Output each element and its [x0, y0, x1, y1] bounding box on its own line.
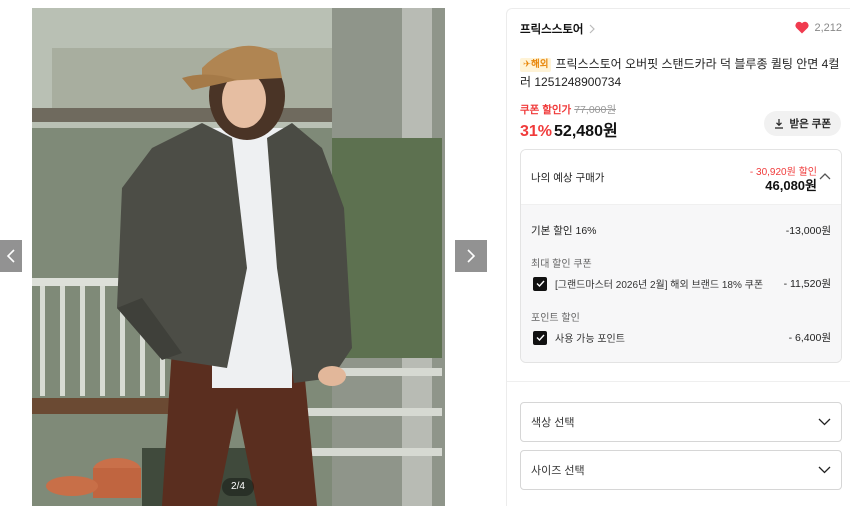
original-price: 77,000원 — [574, 104, 616, 116]
base-discount-row: 기본 할인 16% -13,000원 — [531, 223, 831, 238]
point-amount: - 6,400원 — [788, 332, 831, 344]
estimated-price-toggle[interactable]: 나의 예상 구매가 - 30,920원 할인 46,080원 — [521, 150, 841, 205]
store-row: 프릭스스토어 2,212 — [520, 19, 842, 39]
product-title-text: 프릭스스토어 오버핏 스탠드카라 덕 블루종 퀼팅 안면 4컬러 1251248… — [520, 57, 840, 89]
coupon-row[interactable]: [그랜드마스터 2026년 2월] 해외 브랜드 18% 쿠폰 - 11,520… — [533, 276, 831, 291]
check-icon — [536, 280, 545, 287]
final-price: 52,480원 — [554, 123, 618, 140]
base-discount-label: 기본 할인 16% — [531, 225, 597, 237]
plane-icon: ✈ — [523, 59, 531, 70]
point-row[interactable]: 사용 가능 포인트 - 6,400원 — [533, 330, 831, 345]
like-button[interactable]: 2,212 — [795, 21, 842, 34]
point-name: 사용 가능 포인트 — [555, 334, 625, 345]
coupon-checkbox[interactable] — [533, 276, 547, 291]
heart-icon — [795, 21, 810, 34]
product-photo-illustration — [32, 8, 445, 506]
download-icon — [775, 119, 784, 129]
point-section-label: 포인트 할인 — [531, 313, 580, 324]
gallery-prev-button[interactable] — [0, 240, 22, 272]
point-checkbox[interactable] — [533, 330, 547, 345]
product-title: ✈해외 프릭스스토어 오버핏 스탠드카라 덕 블루종 퀼팅 안면 4컬러 1251… — [520, 55, 842, 91]
coupon-name: [그랜드마스터 2026년 2월] 해외 브랜드 18% 쿠폰 — [555, 280, 764, 291]
chevron-up-icon — [819, 173, 831, 180]
price-label-row: 쿠폰 할인가 77,000원 — [520, 102, 616, 117]
product-photo[interactable] — [32, 8, 445, 506]
price-row: 31% 52,480원 — [520, 117, 618, 141]
chevron-right-icon — [589, 24, 596, 34]
color-select-label: 색상 선택 — [531, 417, 575, 429]
coupon-section-label: 최대 할인 쿠폰 — [531, 259, 592, 270]
estimated-price-details: 기본 할인 16% -13,000원 최대 할인 쿠폰 [그랜드마스터 2026… — [521, 205, 841, 362]
chevron-right-icon — [467, 249, 476, 263]
base-discount-amount: -13,000원 — [785, 225, 831, 237]
received-coupon-button[interactable]: 받은 쿠폰 — [764, 111, 841, 136]
color-select[interactable]: 색상 선택 — [520, 402, 842, 442]
gallery-next-button[interactable] — [455, 240, 487, 272]
like-count: 2,212 — [814, 21, 842, 34]
size-select[interactable]: 사이즈 선택 — [520, 450, 842, 490]
estimated-price-box: 나의 예상 구매가 - 30,920원 할인 46,080원 기본 할인 16%… — [520, 149, 842, 363]
estimated-price-label: 나의 예상 구매가 — [531, 172, 605, 184]
estimated-price: 46,080원 — [765, 178, 817, 193]
check-icon — [536, 334, 545, 341]
section-divider — [507, 381, 850, 382]
chevron-down-icon — [818, 466, 831, 474]
product-info-panel: 프릭스스토어 2,212 ✈해외 프릭스스토어 오버핏 스탠드카라 덕 블루종 퀼… — [506, 8, 850, 506]
discount-rate: 31% — [520, 123, 553, 140]
store-name-link[interactable]: 프릭스스토어 — [520, 21, 583, 37]
chevron-down-icon — [818, 418, 831, 426]
product-gallery: 2/4 — [0, 0, 490, 506]
gallery-counter: 2/4 — [222, 478, 254, 496]
coupon-amount: - 11,520원 — [783, 278, 831, 290]
size-select-label: 사이즈 선택 — [531, 465, 585, 477]
overseas-badge-label: 해외 — [530, 59, 549, 70]
received-coupon-label: 받은 쿠폰 — [789, 118, 831, 130]
chevron-left-icon — [6, 249, 15, 263]
overseas-badge: ✈해외 — [520, 58, 552, 72]
coupon-price-label: 쿠폰 할인가 — [520, 104, 572, 116]
